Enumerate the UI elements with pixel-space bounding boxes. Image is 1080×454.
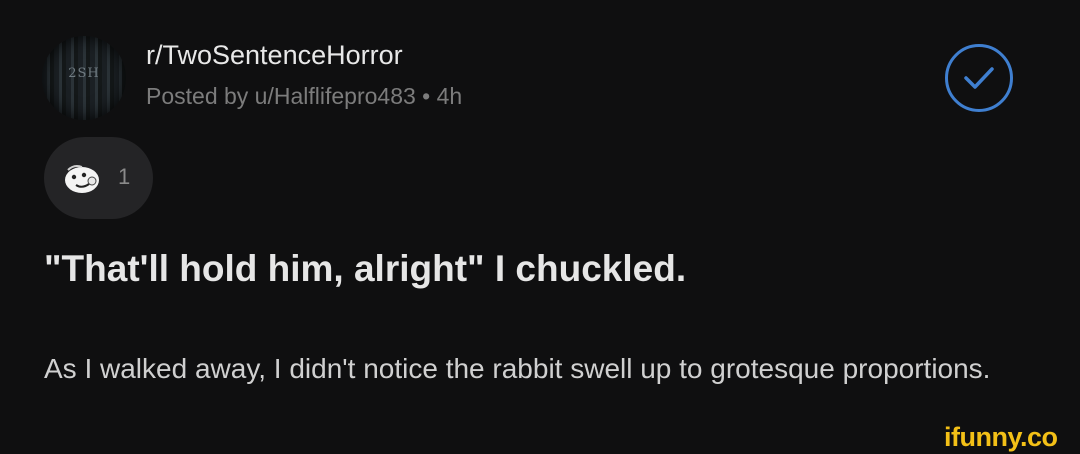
- subreddit-avatar-text: 2SH: [68, 66, 100, 81]
- award-button[interactable]: 1: [44, 137, 153, 219]
- post-meta: Posted by u/Halflifepro483 • 4h: [146, 83, 463, 109]
- check-circle-icon: [964, 67, 994, 89]
- ifunny-watermark: ifunny.co: [944, 422, 1058, 452]
- post-card: 2SH r/TwoSentenceHorror Posted by u/Half…: [0, 0, 1080, 454]
- post-body: As I walked away, I didn't notice the ra…: [44, 353, 991, 384]
- joined-button[interactable]: [945, 44, 1013, 112]
- post-title[interactable]: "That'll hold him, alright" I chuckled.: [44, 248, 686, 290]
- silly-award-icon: [65, 165, 99, 193]
- subreddit-name[interactable]: r/TwoSentenceHorror: [146, 40, 403, 71]
- subreddit-avatar[interactable]: 2SH: [42, 36, 126, 120]
- award-count: 1: [118, 164, 131, 189]
